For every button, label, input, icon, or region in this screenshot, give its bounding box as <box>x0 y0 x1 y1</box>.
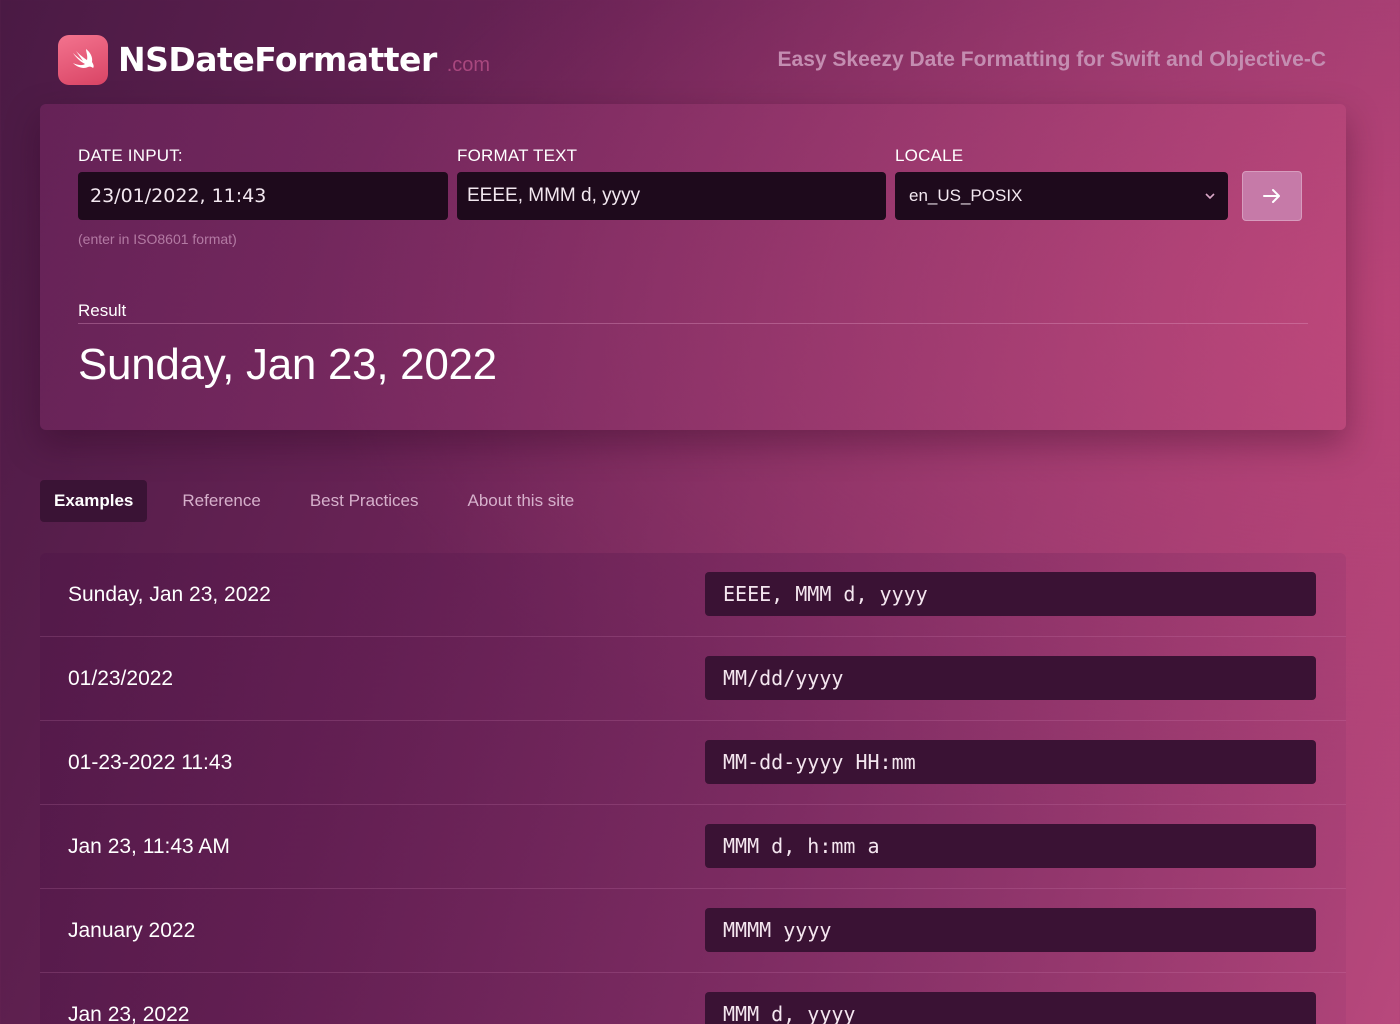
examples-list: Sunday, Jan 23, 2022 EEEE, MMM d, yyyy 0… <box>40 553 1346 1024</box>
example-output: Jan 23, 11:43 AM <box>68 834 230 858</box>
locale-select[interactable]: en_US_POSIX <box>895 172 1228 220</box>
example-output: Sunday, Jan 23, 2022 <box>68 582 271 606</box>
content-tabs: Examples Reference Best Practices About … <box>40 480 609 522</box>
date-input-hint: (enter in ISO8601 format) <box>78 231 237 247</box>
swift-logo-icon <box>58 35 108 85</box>
tab-about[interactable]: About this site <box>453 480 588 522</box>
example-output: Jan 23, 2022 <box>68 1002 190 1024</box>
arrow-right-icon <box>1263 189 1280 203</box>
date-input-value: 23/01/2022, 11:43 <box>90 185 267 207</box>
locale-label: LOCALE <box>895 146 964 165</box>
result-label: Result <box>78 301 127 320</box>
example-row[interactable]: Sunday, Jan 23, 2022 EEEE, MMM d, yyyy <box>40 553 1346 637</box>
chevron-down-icon <box>1205 193 1215 200</box>
result-value: Sunday, Jan 23, 2022 <box>78 340 497 389</box>
example-format-code[interactable]: MMM d, h:mm a <box>705 824 1316 868</box>
example-output: 01-23-2022 11:43 <box>68 750 233 774</box>
example-row[interactable]: 01-23-2022 11:43 MM-dd-yyyy HH:mm <box>40 721 1346 805</box>
example-format-code[interactable]: MM/dd/yyyy <box>705 656 1316 700</box>
example-row[interactable]: 01/23/2022 MM/dd/yyyy <box>40 637 1346 721</box>
format-submit-button[interactable] <box>1242 171 1302 221</box>
brand[interactable]: NSDateFormatter .com <box>58 35 490 85</box>
example-output: January 2022 <box>68 918 196 942</box>
date-input-field[interactable]: 23/01/2022, 11:43 <box>78 172 448 220</box>
locale-selected-value: en_US_POSIX <box>909 186 1023 205</box>
format-text-field[interactable]: EEEE, MMM d, yyyy <box>457 172 886 220</box>
formatter-panel: DATE INPUT: 23/01/2022, 11:43 (enter in … <box>40 104 1346 430</box>
tab-best-practices[interactable]: Best Practices <box>296 480 433 522</box>
tab-reference[interactable]: Reference <box>168 480 274 522</box>
tagline: Easy Skeezy Date Formatting for Swift an… <box>777 48 1326 71</box>
example-row[interactable]: Jan 23, 11:43 AM MMM d, h:mm a <box>40 805 1346 889</box>
brand-name: NSDateFormatter <box>118 40 437 79</box>
example-row[interactable]: January 2022 MMMM yyyy <box>40 889 1346 973</box>
brand-tld: .com <box>446 54 491 76</box>
example-output: 01/23/2022 <box>68 666 174 690</box>
date-input-label: DATE INPUT: <box>78 146 183 165</box>
example-format-code[interactable]: EEEE, MMM d, yyyy <box>705 572 1316 616</box>
site-header: NSDateFormatter .com Easy Skeezy Date Fo… <box>58 34 1326 86</box>
example-format-code[interactable]: MM-dd-yyyy HH:mm <box>705 740 1316 784</box>
example-row[interactable]: Jan 23, 2022 MMM d, yyyy <box>40 973 1346 1024</box>
example-format-code[interactable]: MMM d, yyyy <box>705 992 1316 1024</box>
result-divider <box>78 323 1308 324</box>
tab-examples[interactable]: Examples <box>40 480 148 522</box>
example-format-code[interactable]: MMMM yyyy <box>705 908 1316 952</box>
format-text-label: FORMAT TEXT <box>457 146 578 165</box>
format-text-value: EEEE, MMM d, yyyy <box>467 185 641 206</box>
